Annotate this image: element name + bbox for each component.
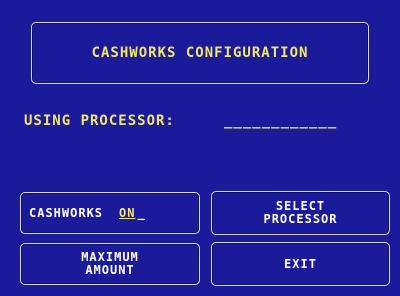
cashworks-toggle-button[interactable]: CASHWORKS ON _ — [20, 192, 200, 234]
exit-button[interactable]: EXIT — [211, 242, 390, 286]
page-title: CASHWORKS CONFIGURATION — [91, 45, 309, 61]
maximum-amount-button[interactable]: MAXIMUM AMOUNT — [20, 243, 200, 285]
exit-label: EXIT — [284, 256, 317, 271]
maximum-amount-label: MAXIMUM AMOUNT — [81, 250, 139, 277]
processor-row: USING PROCESSOR: ____________ — [24, 113, 394, 135]
processor-label: USING PROCESSOR: — [24, 113, 175, 129]
cashworks-cursor: _ — [137, 205, 146, 220]
select-processor-button[interactable]: SELECT PROCESSOR — [211, 191, 390, 235]
cashworks-label: CASHWORKS — [29, 205, 104, 220]
cashworks-status: ON — [119, 205, 136, 220]
processor-value: ____________ — [224, 113, 338, 129]
atm-config-screen: CASHWORKS CONFIGURATION USING PROCESSOR:… — [0, 0, 400, 296]
select-processor-label: SELECT PROCESSOR — [263, 199, 338, 226]
title-panel: CASHWORKS CONFIGURATION — [31, 22, 369, 84]
